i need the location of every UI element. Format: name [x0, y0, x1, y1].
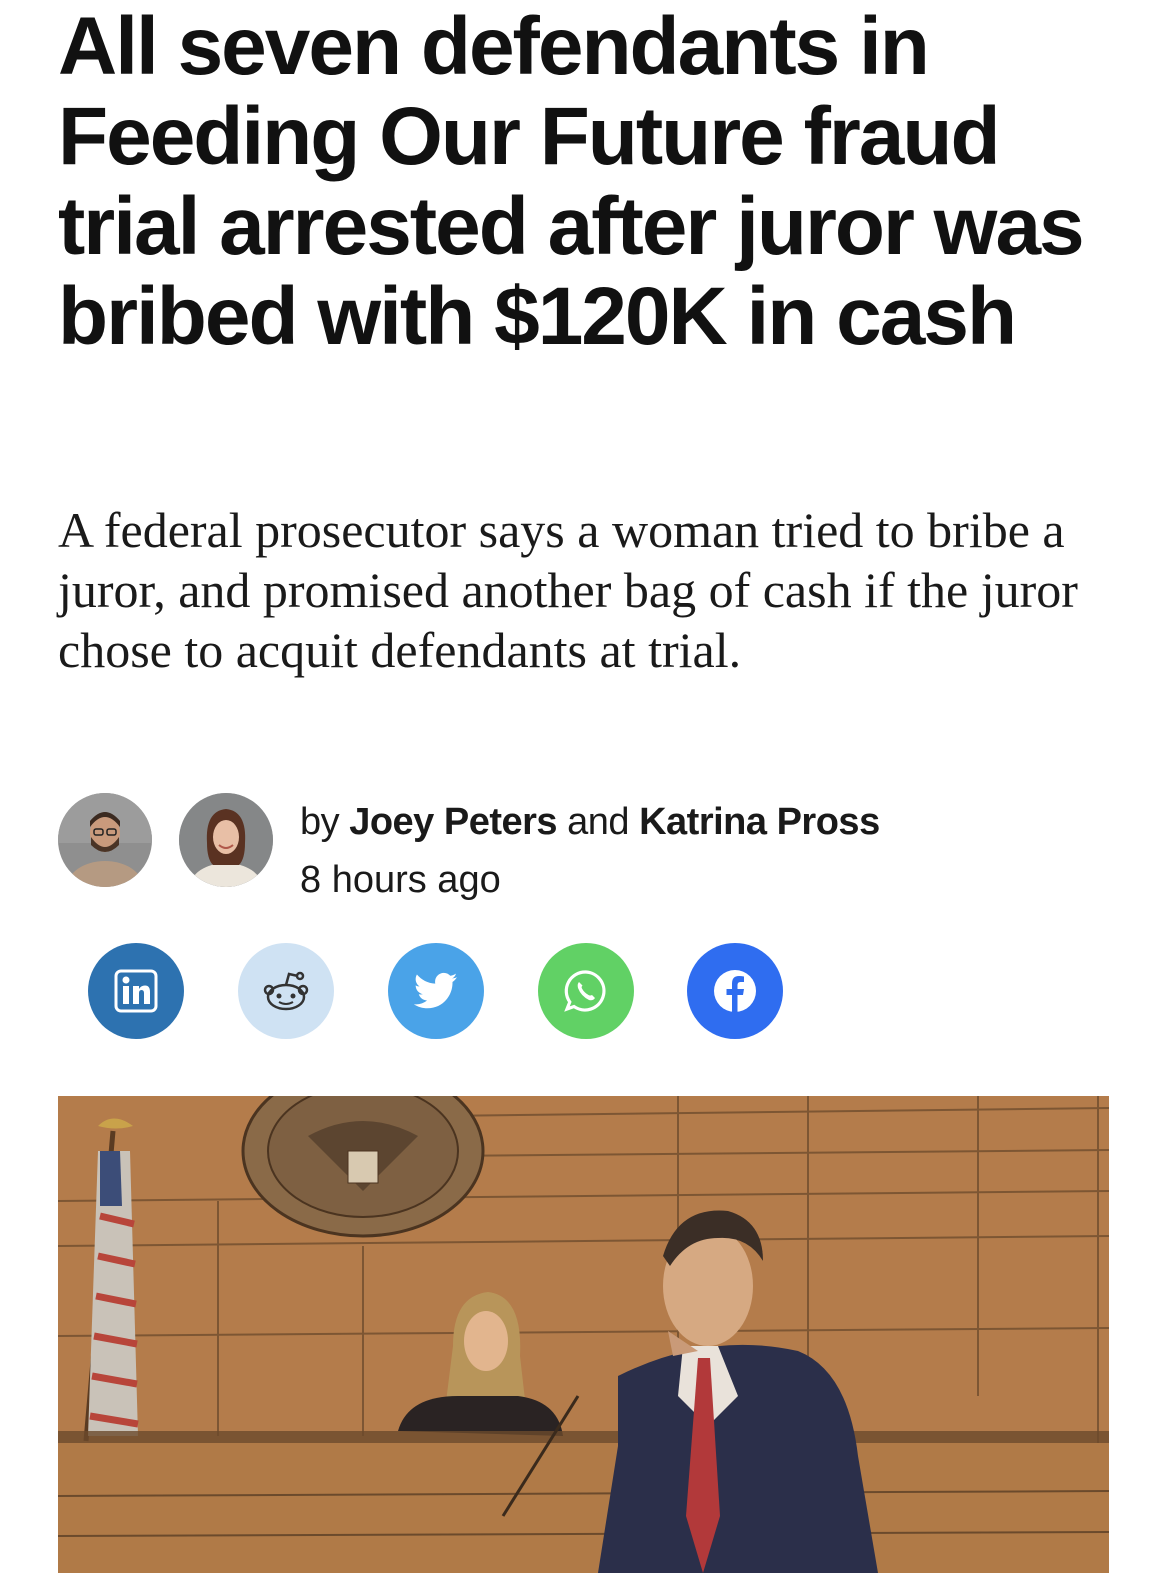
byline: by Joey Peters and Katrina Pross 8 hours… — [58, 790, 1118, 901]
author-avatar-joey-peters[interactable] — [58, 793, 152, 887]
facebook-icon — [714, 970, 756, 1012]
twitter-icon — [414, 972, 458, 1009]
avatar-portrait-icon — [179, 793, 273, 887]
reddit-icon — [263, 971, 309, 1011]
share-linkedin-button[interactable] — [88, 943, 184, 1039]
byline-prefix: by — [300, 801, 340, 843]
avatar-portrait-icon — [58, 793, 152, 887]
author-avatar-katrina-pross[interactable] — [179, 793, 273, 887]
courtroom-sketch-illustration — [58, 1096, 1109, 1573]
byline-authors: by Joey Peters and Katrina Pross — [300, 800, 880, 844]
share-reddit-button[interactable] — [238, 943, 334, 1039]
author-link-katrina-pross[interactable]: Katrina Pross — [639, 801, 880, 843]
article-headline: All seven defendants in Feeding Our Futu… — [58, 1, 1085, 362]
byline-conjunction: and — [567, 801, 630, 843]
share-bar — [88, 943, 788, 1039]
courtroom-sketch-image[interactable] — [58, 1096, 1109, 1573]
share-facebook-button[interactable] — [687, 943, 783, 1039]
article-page: All seven defendants in Feeding Our Futu… — [0, 0, 1169, 1573]
share-twitter-button[interactable] — [388, 943, 484, 1039]
share-whatsapp-button[interactable] — [538, 943, 634, 1039]
whatsapp-icon — [564, 970, 606, 1012]
author-link-joey-peters[interactable]: Joey Peters — [349, 801, 557, 843]
linkedin-icon — [114, 969, 158, 1013]
publish-timestamp: 8 hours ago — [300, 859, 501, 901]
article-dek: A federal prosecutor says a woman tried … — [58, 502, 1078, 678]
